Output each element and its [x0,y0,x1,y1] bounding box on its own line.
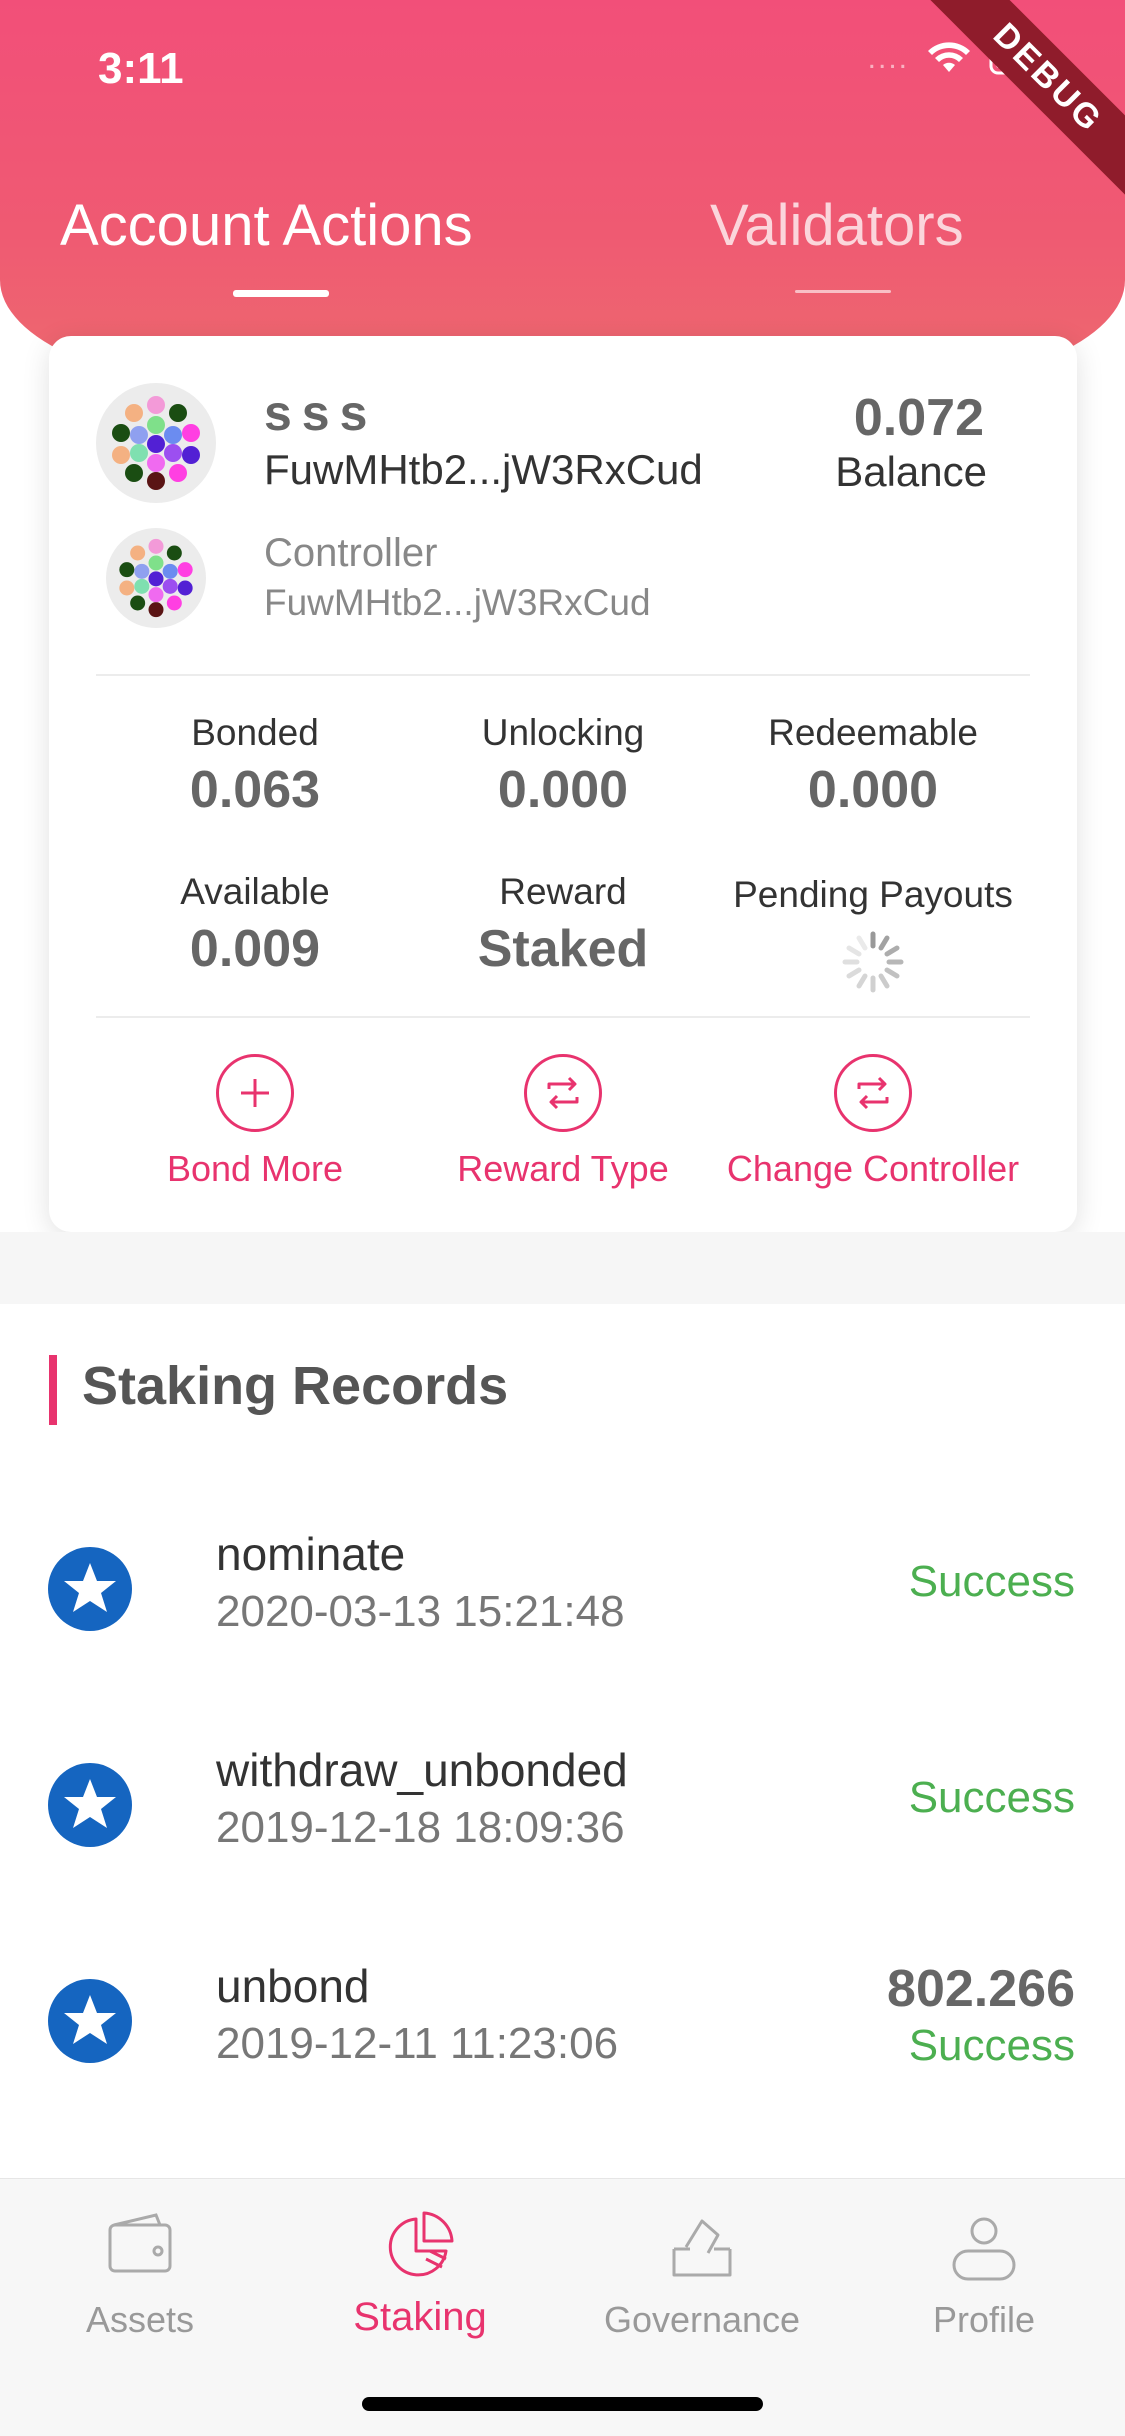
record-item[interactable]: withdraw_unbonded 2019-12-18 18:09:36 Su… [0,1743,1125,1883]
stat-label: Bonded [191,712,319,753]
swap-icon [834,1054,912,1132]
user-icon [952,2217,1016,2281]
section-separator [0,1232,1125,1304]
stat-available: Available 0.009 [95,871,415,979]
tab-inactive-indicator [795,290,891,293]
wifi-icon [928,42,970,72]
stat-reward: Reward Staked [403,871,723,979]
stat-label: Available [180,871,330,912]
record-item[interactable]: nominate 2020-03-13 15:21:48 Success [0,1527,1125,1667]
reward-type-button[interactable]: Reward Type [403,1054,723,1190]
nav-governance-label: Governance [603,2299,801,2340]
divider [96,674,1030,676]
tab-active-indicator [233,290,329,297]
stat-value: 0.000 [497,761,629,819]
balance-label: Balance [835,448,987,495]
bond-more-button[interactable]: Bond More [95,1054,415,1190]
record-time: 2020-03-13 15:21:48 [216,1587,625,1636]
controller-label: Controller [264,531,438,575]
nav-staking-label: Staking [353,2295,487,2339]
nav-profile-label: Profile [932,2299,1036,2340]
stat-bonded: Bonded 0.063 [95,712,415,820]
ballot-box-icon [672,2219,732,2277]
signal-icon: .... [867,42,909,75]
star-icon [48,1763,132,1847]
stat-value: Staked [477,920,649,978]
record-status: Success [908,1773,1075,1822]
section-accent-bar [49,1355,57,1425]
controller-address: FuwMHtb2...jW3RxCud [264,582,651,623]
loading-spinner-icon [842,931,904,993]
balance-value: 0.072 [853,389,984,447]
pie-chart-icon [388,2211,454,2277]
stat-unlocking: Unlocking 0.000 [403,712,723,820]
staking-records-title: Staking Records [82,1356,509,1416]
debug-ribbon: DEBUG [925,0,1125,201]
record-item[interactable]: unbond 2019-12-11 11:23:06 802.266 Succe… [0,1959,1125,2099]
tab-validators[interactable]: Validators [710,192,964,259]
swap-icon [524,1054,602,1132]
change-controller-button[interactable]: Change Controller [713,1054,1033,1190]
record-status: Success [908,1557,1075,1606]
record-status: Success [908,2021,1075,2070]
nav-profile[interactable]: Profile [854,2207,1114,2341]
stat-label: Reward [499,871,627,912]
stat-label: Redeemable [768,712,978,753]
home-indicator[interactable] [362,2397,763,2411]
bond-more-label: Bond More [166,1148,344,1189]
plus-icon [216,1054,294,1132]
stat-pending-payouts: Pending Payouts [713,874,1033,994]
record-time: 2019-12-18 18:09:36 [216,1803,625,1852]
nav-staking[interactable]: Staking [290,2207,550,2340]
star-icon [48,1547,132,1631]
reward-type-label: Reward Type [457,1148,669,1189]
controller-avatar[interactable] [106,528,206,628]
account-avatar[interactable] [96,383,216,503]
record-name: unbond [216,1960,370,2012]
stat-label: Unlocking [481,712,645,753]
stat-label: Pending Payouts [733,874,1013,915]
tab-account-actions[interactable]: Account Actions [60,192,473,259]
record-time: 2019-12-11 11:23:06 [216,2019,619,2068]
record-name: nominate [216,1528,406,1580]
account-address: FuwMHtb2...jW3RxCud [264,446,703,493]
account-card: sss FuwMHtb2...jW3RxCud 0.072 Balance Co… [49,336,1077,1232]
status-time: 3:11 [98,44,184,93]
change-controller-label: Change Controller [726,1148,1020,1189]
stat-value: 0.009 [189,920,321,978]
nav-governance[interactable]: Governance [572,2207,832,2341]
record-name: withdraw_unbonded [216,1744,628,1796]
divider [96,1016,1030,1018]
account-name: sss [264,385,378,441]
nav-assets-label: Assets [85,2299,195,2340]
stat-value: 0.000 [807,761,939,819]
star-icon [48,1979,132,2063]
stat-value: 0.063 [189,761,321,819]
header: 3:11 .... DEBUG Account Actions Validato… [0,0,1125,390]
nav-assets[interactable]: Assets [10,2207,270,2341]
stat-redeemable: Redeemable 0.000 [713,712,1033,820]
wallet-icon [108,2213,172,2273]
record-amount: 802.266 [887,1960,1075,2018]
